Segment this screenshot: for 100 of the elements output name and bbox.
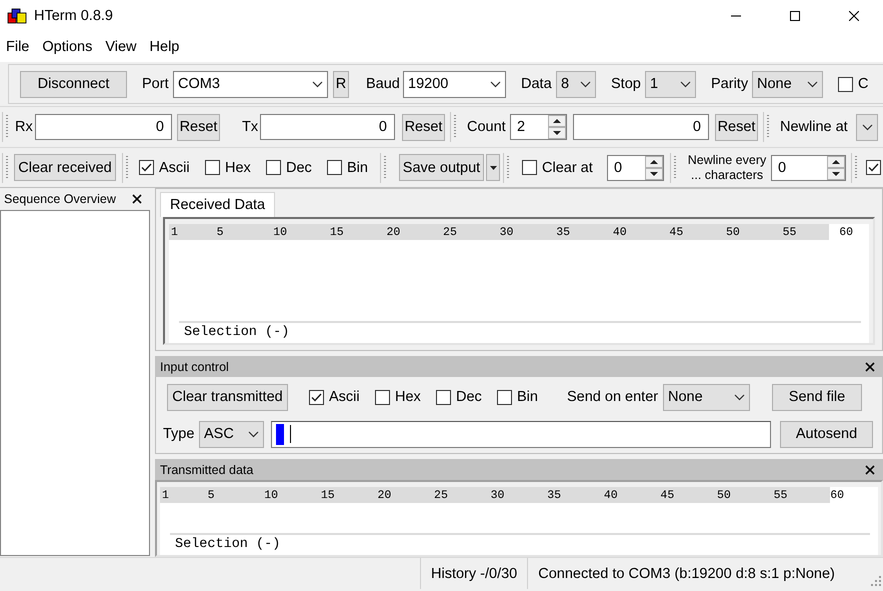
checkbox[interactable]: Bin	[497, 389, 543, 405]
spin-field[interactable]: 0	[607, 154, 664, 180]
column-number: 60	[838, 226, 854, 238]
panel-title: Input control	[160, 360, 229, 374]
column-number: 30	[490, 488, 506, 502]
checkbox[interactable]: Ascii	[309, 389, 371, 405]
checkbox[interactable]	[866, 160, 881, 175]
toolbar-button[interactable]: Disconnect	[20, 70, 127, 98]
dropdown[interactable]: None	[663, 384, 750, 410]
column-number: 20	[385, 226, 402, 238]
checkbox[interactable]: Dec	[436, 389, 490, 405]
checkbox[interactable]: Dec	[266, 160, 320, 176]
caret-icon	[734, 394, 745, 400]
dropdown[interactable]	[856, 114, 878, 140]
dropdown[interactable]: COM3	[173, 70, 328, 98]
input-field[interactable]	[271, 420, 771, 448]
grip-handle[interactable]	[851, 152, 858, 182]
spin-arrows-icon	[827, 156, 845, 180]
column-number: 40	[612, 226, 628, 238]
column-number: 20	[376, 488, 392, 502]
grip-handle[interactable]	[450, 112, 457, 142]
column-number: 25	[433, 488, 449, 502]
spin-field[interactable]: 0	[771, 154, 846, 180]
toolbar-button[interactable]: Clear transmitted	[167, 384, 288, 410]
checkbox[interactable]: C	[838, 76, 883, 92]
field-label: Parity	[711, 76, 749, 92]
column-number: 15	[328, 226, 345, 238]
column-number: 40	[602, 488, 619, 502]
spin-arrows-icon	[548, 115, 566, 139]
checkbox[interactable]: Ascii	[139, 160, 195, 176]
grip-handle[interactable]	[763, 112, 770, 142]
close-icon	[865, 362, 875, 372]
column-number: 15	[320, 488, 336, 502]
grip-handle[interactable]	[2, 152, 9, 182]
toolbar-button[interactable]: Clear received	[14, 154, 116, 181]
status-text: History -/0/30	[420, 558, 528, 589]
column-number: 50	[716, 488, 732, 502]
column-number: 30	[498, 226, 514, 238]
field-label: Data	[521, 76, 553, 92]
column-number: 35	[546, 488, 562, 502]
field-label: Send on enter	[567, 389, 660, 405]
column-number: 10	[272, 226, 288, 238]
menu-item[interactable]: Options	[36, 38, 98, 54]
grip-handle[interactable]	[122, 152, 129, 182]
field-label: Newline every ... characters	[686, 152, 768, 182]
field-label: Tx	[242, 119, 258, 135]
column-number: 1	[170, 226, 179, 238]
caret-icon	[248, 430, 259, 438]
spin-field[interactable]: 2	[510, 114, 567, 140]
toolbar-button[interactable]: R	[333, 70, 349, 98]
caret-icon	[680, 80, 691, 88]
maximize-icon[interactable]	[790, 10, 800, 20]
column-number: 25	[442, 226, 458, 238]
counter-field[interactable]: 0	[35, 114, 172, 140]
checkbox[interactable]: Clear at	[522, 160, 600, 176]
toolbar-button[interactable]: Send file	[772, 384, 862, 410]
dropdown[interactable]: 8	[556, 70, 596, 98]
tab[interactable]: Received Data	[160, 192, 276, 217]
counter-field[interactable]: 0	[260, 114, 395, 140]
app-icon	[7, 8, 27, 24]
grip-handle[interactable]	[380, 152, 387, 182]
field-label: Baud	[366, 76, 400, 92]
status-text: Connected to COM3 (b:19200 d:8 s:1 p:None)	[527, 558, 845, 589]
toolbar-button[interactable]: Reset	[715, 114, 758, 140]
counter-field[interactable]: 0	[573, 114, 709, 140]
grip-handle[interactable]	[2, 112, 9, 142]
caret-icon	[490, 80, 501, 88]
check-icon	[868, 163, 879, 172]
checkbox[interactable]: Hex	[205, 160, 257, 176]
column-number: 5	[206, 488, 216, 502]
check-icon	[311, 392, 322, 402]
column-number: 45	[668, 226, 684, 238]
dropdown[interactable]: None	[752, 70, 823, 98]
resize-grip-icon	[871, 576, 881, 586]
toolbar-button[interactable]: Reset	[177, 114, 220, 140]
dropdown[interactable]: 19200	[403, 70, 506, 98]
column-number: 60	[829, 488, 846, 502]
field-label: Count	[467, 119, 507, 135]
column-number: 55	[772, 488, 788, 502]
column-number: 10	[263, 488, 280, 502]
grip-handle[interactable]	[670, 152, 677, 182]
spin-arrows-icon	[645, 156, 663, 180]
dropdown[interactable]: ASC	[199, 420, 264, 448]
checkbox[interactable]: Bin	[327, 160, 371, 176]
menu-item[interactable]: Help	[144, 38, 186, 54]
column-number: 50	[725, 226, 741, 238]
toolbar-button[interactable]: Autosend	[780, 420, 873, 448]
caret-icon	[862, 124, 873, 130]
toolbar-button[interactable]: Reset	[402, 114, 445, 140]
field-label: Type	[163, 426, 195, 442]
close-icon	[865, 464, 875, 474]
checkbox[interactable]: Hex	[375, 389, 427, 405]
selection-label: Selection (-)	[174, 536, 282, 554]
menu-item[interactable]: View	[99, 38, 143, 54]
dropdown[interactable]: 1	[645, 70, 696, 98]
close-icon[interactable]	[848, 10, 858, 20]
close-icon	[132, 194, 142, 204]
column-number: 5	[216, 226, 225, 238]
menu-item[interactable]: File	[0, 38, 36, 54]
grip-handle[interactable]	[503, 152, 510, 182]
